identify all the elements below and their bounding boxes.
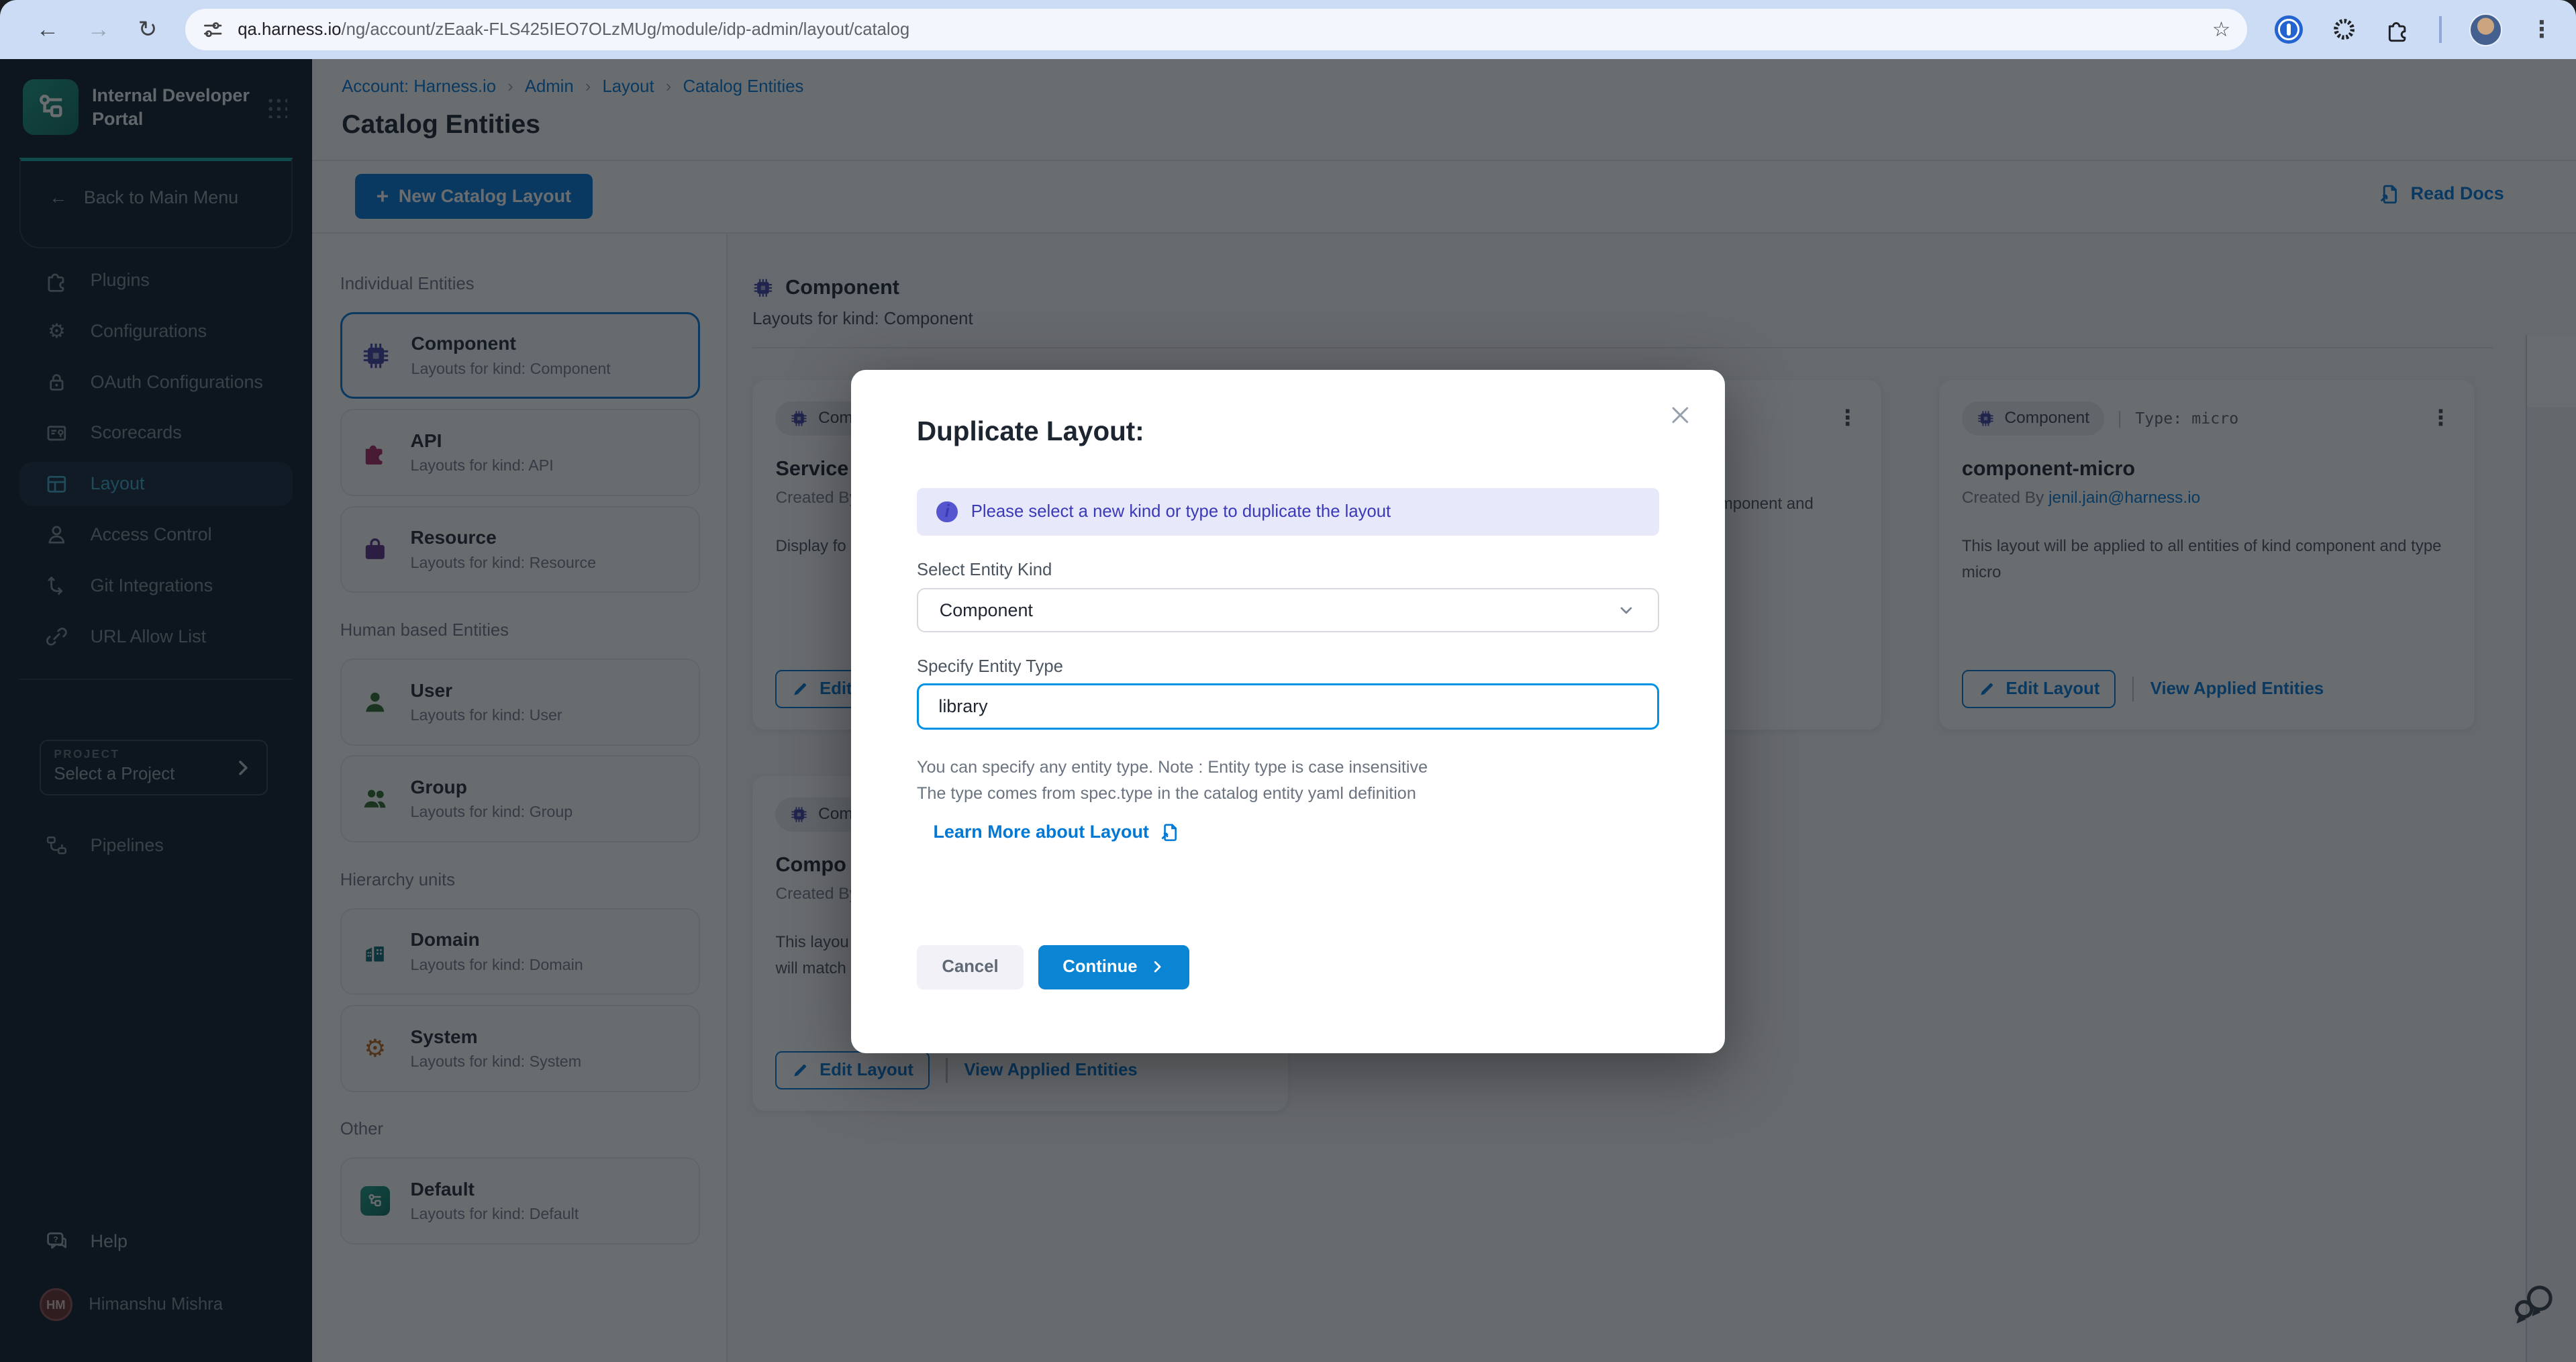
browser-toolbar: ← → ↻ qa.harness.io/ng/account/zEaak-FLS… [0, 0, 2576, 59]
entity-type-input[interactable] [917, 683, 1659, 730]
browser-forward-icon[interactable]: → [87, 18, 110, 41]
modal-title: Duplicate Layout: [917, 416, 1144, 447]
url-host: qa.harness.io [238, 20, 341, 39]
type-note-line1: You can specify any entity type. Note : … [917, 758, 1428, 777]
learn-more-link[interactable]: Learn More about Layout [933, 822, 1180, 843]
cancel-button[interactable]: Cancel [917, 945, 1024, 989]
bookmark-star-icon[interactable]: ☆ [2212, 18, 2230, 42]
address-bar[interactable]: qa.harness.io/ng/account/zEaak-FLS425IEO… [185, 9, 2247, 50]
entity-kind-value: Component [940, 600, 1033, 621]
chevron-down-icon [1616, 600, 1637, 622]
continue-button[interactable]: Continue [1038, 945, 1189, 989]
close-icon[interactable] [1668, 403, 1693, 428]
url-path: /ng/account/zEaak-FLS425IEO7OLzMUg/modul… [341, 20, 909, 39]
entity-type-label: Specify Entity Type [917, 657, 1063, 677]
spinner-extension-icon[interactable] [2331, 16, 2357, 42]
extensions-puzzle-icon[interactable] [2385, 16, 2411, 42]
browser-profile-avatar[interactable] [2469, 13, 2502, 46]
info-text: Please select a new kind or type to dupl… [971, 502, 1391, 522]
info-icon: i [936, 501, 958, 523]
screen: ← → ↻ qa.harness.io/ng/account/zEaak-FLS… [0, 0, 2576, 1362]
browser-menu-icon[interactable]: ⋮ [2530, 18, 2553, 41]
info-banner: i Please select a new kind or type to du… [917, 488, 1659, 536]
entity-kind-select[interactable]: Component [917, 588, 1659, 632]
app-window: Internal Developer Portal ← Back to Main… [0, 59, 2576, 1362]
doc-arrow-icon [1159, 822, 1181, 843]
toolbar-divider [2439, 16, 2442, 42]
password-extension-icon[interactable] [2275, 15, 2303, 44]
entity-kind-label: Select Entity Kind [917, 561, 1052, 580]
url-text[interactable]: qa.harness.io/ng/account/zEaak-FLS425IEO… [238, 20, 2199, 40]
duplicate-layout-modal: Duplicate Layout: i Please select a new … [851, 370, 1725, 1053]
site-settings-icon[interactable] [201, 18, 224, 41]
chevron-right-icon [1149, 959, 1165, 975]
browser-back-icon[interactable]: ← [36, 18, 59, 41]
type-note-line2: The type comes from spec.type in the cat… [917, 784, 1416, 804]
browser-reload-icon[interactable]: ↻ [138, 18, 158, 41]
